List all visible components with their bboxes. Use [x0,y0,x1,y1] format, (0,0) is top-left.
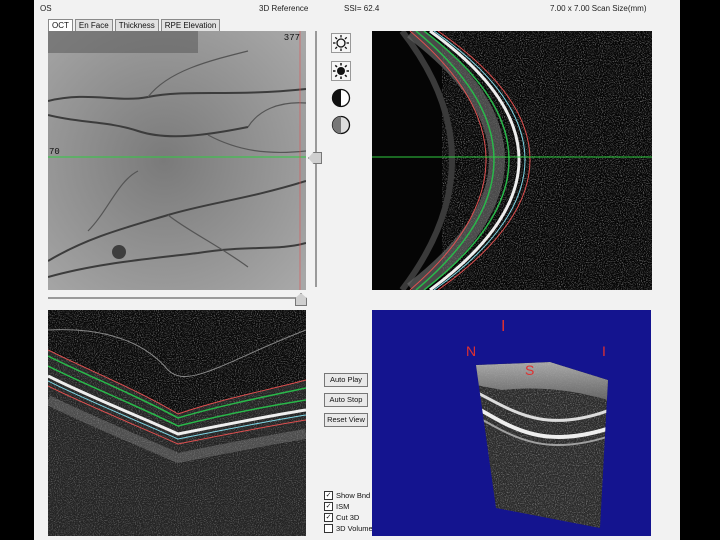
gray-contrast-icon[interactable] [331,115,351,135]
show-boundary-checkbox[interactable]: ✓ Show Bnd [324,490,370,500]
cut-3d-checkbox[interactable]: ✓ Cut 3D [324,512,359,522]
fundus-image[interactable]: 377 70 [48,31,306,290]
orientation-label-center: S [525,362,535,378]
checkbox-label: 3D Volume [336,523,373,533]
orientation-label-left: N [466,343,477,359]
eye-label: OS [40,4,52,13]
horizontal-slice-slider-track[interactable] [48,297,306,299]
line-number: 70 [49,147,60,157]
orientation-label-right: I [602,343,606,359]
vertical-slice-slider-handle[interactable] [308,152,322,164]
3d-volume-cube [476,362,608,528]
ssi-label: SSI= 62.4 [344,4,380,13]
horizontal-slice-slider-handle[interactable] [295,293,307,306]
auto-play-button[interactable]: Auto Play [324,373,368,387]
reset-view-button[interactable]: Reset View [324,413,368,427]
checkbox-label: Show Bnd [336,490,371,500]
checkbox-label: Cut 3D [336,512,360,522]
3d-volume-checkbox[interactable]: 3D Volume [324,523,373,533]
contrast-icon[interactable] [331,88,351,108]
ism-checkbox[interactable]: ✓ ISM [324,501,349,511]
checkbox-checked-icon[interactable]: ✓ [324,501,333,511]
3d-volume-render[interactable]: I N S I [372,310,651,536]
orientation-label-top: I [501,318,506,335]
auto-stop-button[interactable]: Auto Stop [324,393,368,407]
mode-label: 3D Reference [259,4,309,13]
horizontal-bscan-layers [48,310,306,536]
checkbox-unchecked-icon[interactable] [324,523,333,533]
checkbox-checked-icon[interactable]: ✓ [324,490,333,500]
checkbox-label: ISM [336,501,350,511]
brightness-up-icon[interactable] [331,33,351,53]
scan-size-label: 7.00 x 7.00 Scan Size(mm) [550,4,647,13]
oct-viewer-window: OS 3D Reference SSI= 62.4 7.00 x 7.00 Sc… [34,0,680,540]
vertical-bscan-image[interactable] [372,31,652,290]
frame-number: 377 [283,33,300,43]
vertical-bscan-layers [372,31,652,290]
brightness-down-icon[interactable] [331,61,351,81]
horizontal-bscan-image[interactable] [48,310,306,536]
fundus-vessels [48,31,306,290]
checkbox-checked-icon[interactable]: ✓ [324,512,333,522]
